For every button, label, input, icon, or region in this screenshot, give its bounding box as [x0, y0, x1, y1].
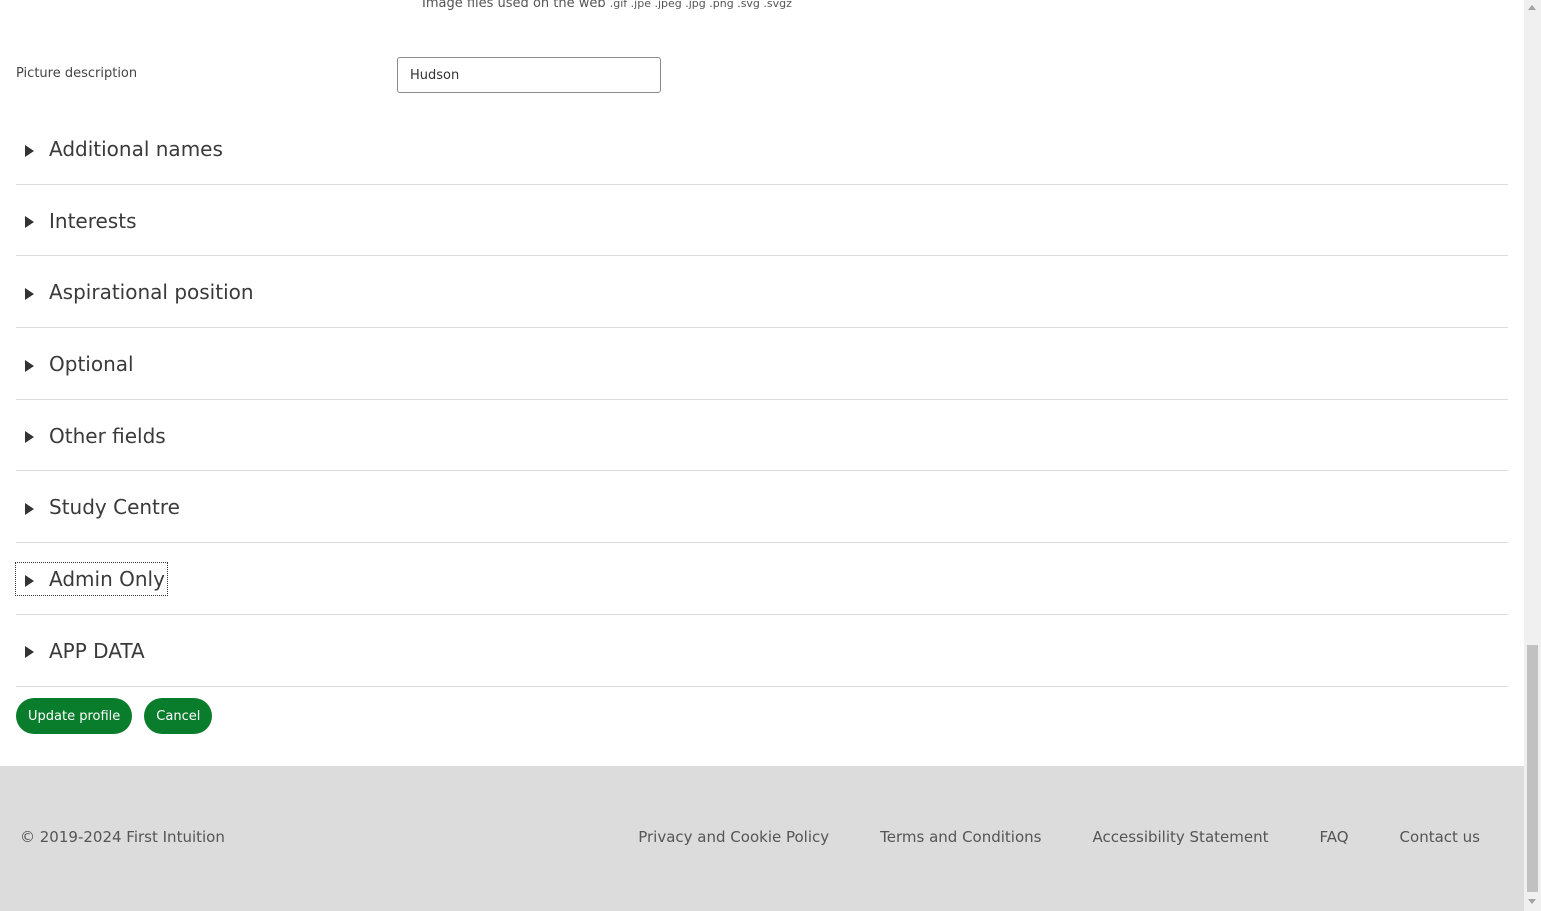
footer-link-accessibility[interactable]: Accessibility Statement	[1092, 828, 1268, 846]
section-title: Admin Only	[49, 567, 165, 592]
section-toggle-interests[interactable]: Interests	[16, 205, 139, 237]
filetypes-extensions: .gif .jpe .jpeg .jpg .png .svg .svgz	[609, 0, 792, 10]
main-content: Image files used on the web .gif .jpe .j…	[0, 0, 1524, 766]
caret-right-icon	[25, 502, 34, 515]
cancel-button[interactable]: Cancel	[144, 698, 213, 734]
caret-right-icon	[25, 431, 34, 444]
collapsible-sections: Additional names Interests Aspirational …	[15, 113, 1508, 687]
section-aspirational-position: Aspirational position	[16, 256, 1508, 329]
scroll-up-arrow-icon[interactable]	[1528, 5, 1536, 10]
section-additional-names: Additional names	[16, 113, 1508, 185]
picture-description-label: Picture description	[16, 66, 138, 81]
form-actions: Update profile Cancel	[16, 698, 213, 734]
section-toggle-aspirational-position[interactable]: Aspirational position	[16, 276, 256, 308]
page-footer: © 2019-2024 First Intuition Privacy and …	[0, 766, 1524, 911]
footer-links: Privacy and Cookie Policy Terms and Cond…	[638, 828, 1480, 846]
section-app-data: APP DATA	[16, 615, 1508, 687]
section-title: Optional	[49, 352, 134, 377]
section-title: Study Centre	[49, 495, 180, 520]
section-optional: Optional	[16, 328, 1508, 400]
caret-right-icon	[25, 216, 34, 229]
section-title: Other fields	[49, 423, 166, 448]
section-study-centre: Study Centre	[16, 471, 1508, 544]
section-title: Additional names	[49, 137, 223, 161]
caret-right-icon	[25, 144, 34, 157]
section-other-fields: Other fields	[16, 400, 1508, 472]
caret-right-icon	[25, 646, 34, 659]
section-title: APP DATA	[49, 638, 145, 663]
section-interests: Interests	[16, 185, 1508, 257]
filetypes-text: Image files used on the web	[422, 0, 606, 11]
profile-edit-page: Image files used on the web .gif .jpe .j…	[0, 0, 1541, 911]
copyright-text: © 2019-2024 First Intuition	[20, 828, 225, 846]
section-toggle-additional-names[interactable]: Additional names	[16, 133, 225, 165]
section-toggle-other-fields[interactable]: Other fields	[16, 420, 168, 452]
picture-description-input[interactable]	[397, 57, 661, 93]
caret-right-icon	[25, 359, 34, 372]
footer-link-terms[interactable]: Terms and Conditions	[880, 828, 1041, 846]
section-toggle-optional[interactable]: Optional	[16, 348, 136, 380]
caret-right-icon	[25, 574, 34, 587]
update-profile-button[interactable]: Update profile	[16, 698, 133, 734]
section-toggle-app-data[interactable]: APP DATA	[16, 635, 147, 667]
scroll-down-arrow-icon[interactable]	[1528, 899, 1536, 904]
vertical-scrollbar[interactable]	[1524, 0, 1541, 911]
section-title: Aspirational position	[49, 280, 254, 305]
scrollbar-thumb[interactable]	[1527, 645, 1538, 892]
footer-link-faq[interactable]: FAQ	[1319, 828, 1348, 846]
accepted-filetypes-note: Image files used on the web .gif .jpe .j…	[422, 0, 792, 11]
section-toggle-admin-only[interactable]: Admin Only	[15, 562, 168, 597]
section-title: Interests	[49, 208, 137, 233]
section-admin-only: Admin Only	[15, 543, 1508, 615]
footer-link-privacy[interactable]: Privacy and Cookie Policy	[638, 828, 829, 846]
footer-link-contact[interactable]: Contact us	[1400, 828, 1480, 846]
caret-right-icon	[25, 287, 34, 300]
section-toggle-study-centre[interactable]: Study Centre	[16, 491, 182, 523]
